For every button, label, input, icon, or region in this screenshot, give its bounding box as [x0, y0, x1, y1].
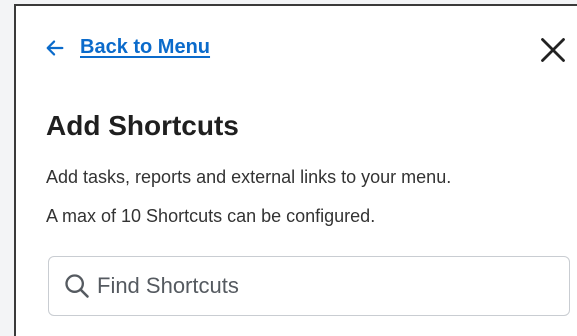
arrow-left-icon	[46, 39, 64, 56]
back-to-menu-link[interactable]: Back to Menu	[44, 36, 210, 59]
add-shortcuts-panel: Back to Menu Add Shortcuts Add tasks, re…	[14, 4, 577, 336]
search-box[interactable]	[48, 256, 570, 316]
back-to-menu-label: Back to Menu	[80, 36, 211, 58]
description-line-2: A max of 10 Shortcuts can be configured.	[46, 206, 376, 226]
description-line-1: Add tasks, reports and external links to…	[46, 167, 452, 187]
search-icon	[65, 274, 89, 298]
page-title: Add Shortcuts	[46, 110, 239, 141]
close-icon[interactable]	[539, 36, 567, 64]
search-input[interactable]	[95, 272, 539, 300]
